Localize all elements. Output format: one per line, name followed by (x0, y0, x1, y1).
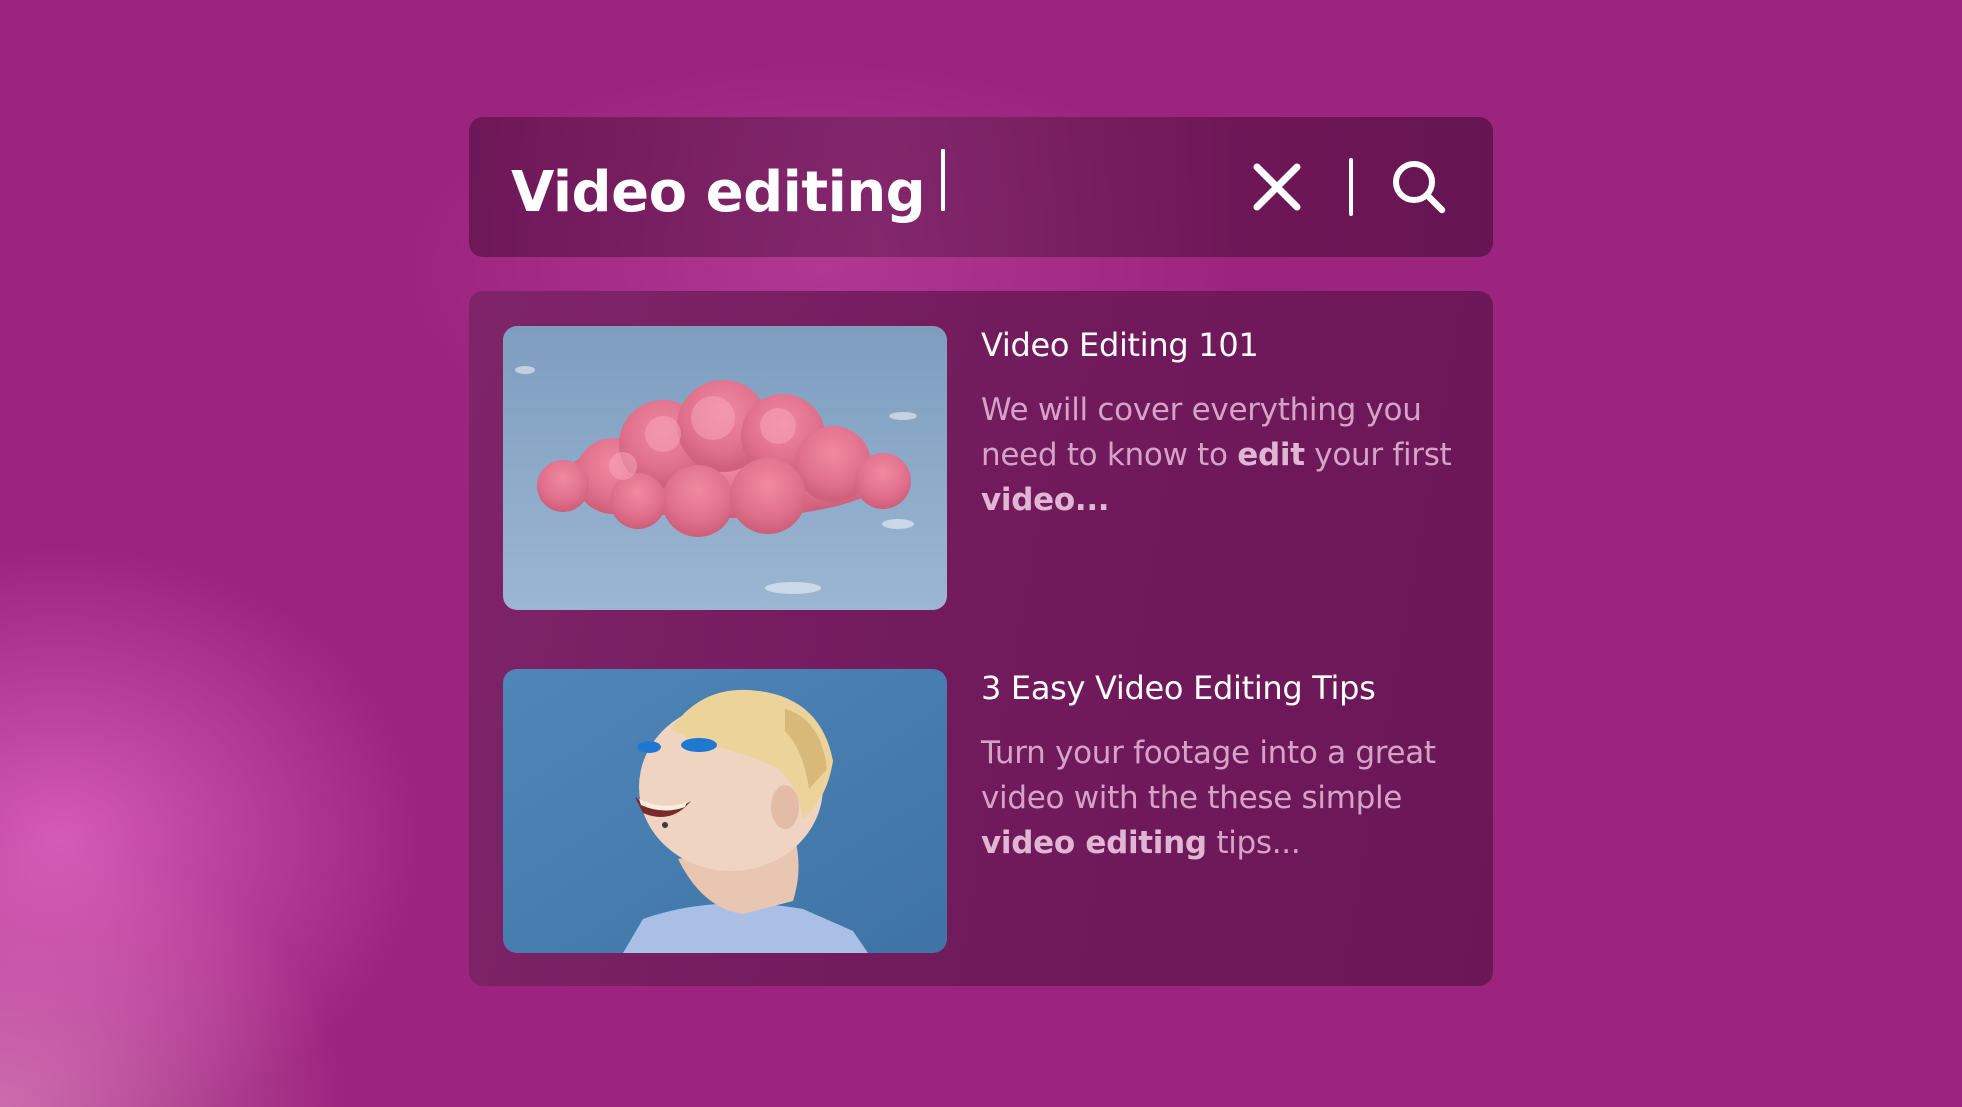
result-title[interactable]: Video Editing 101 (981, 326, 1259, 364)
search-bar: Video editing (469, 117, 1493, 257)
desc-text: ... (1074, 482, 1110, 518)
desc-highlight: video (981, 482, 1075, 518)
text-caret (941, 149, 946, 211)
desc-text: your first (1304, 437, 1452, 473)
search-button[interactable] (1391, 159, 1447, 215)
result-thumbnail (503, 326, 947, 610)
search-results-panel: Video Editing 101 We will cover everythi… (469, 291, 1493, 986)
cloud-image (503, 326, 947, 610)
desc-text: tips... (1206, 825, 1301, 861)
result-thumbnail (503, 669, 947, 953)
search-result-item[interactable]: 3 Easy Video Editing Tips Turn your foot… (503, 669, 1463, 953)
portrait-image (503, 669, 947, 953)
desc-text: Turn your footage into a great video wit… (981, 735, 1436, 816)
search-input[interactable]: Video editing (511, 149, 946, 225)
result-description: Turn your footage into a great video wit… (981, 731, 1461, 866)
search-divider (1349, 158, 1353, 216)
desc-highlight: video editing (981, 825, 1207, 861)
result-title[interactable]: 3 Easy Video Editing Tips (981, 669, 1376, 707)
search-icon (1393, 161, 1446, 214)
close-icon (1253, 163, 1301, 211)
result-description: We will cover everything you need to kno… (981, 388, 1461, 523)
search-result-item[interactable]: Video Editing 101 We will cover everythi… (503, 326, 1463, 610)
desc-highlight: edit (1237, 437, 1305, 473)
search-query-text: Video editing (511, 160, 926, 225)
clear-search-button[interactable] (1251, 161, 1303, 213)
